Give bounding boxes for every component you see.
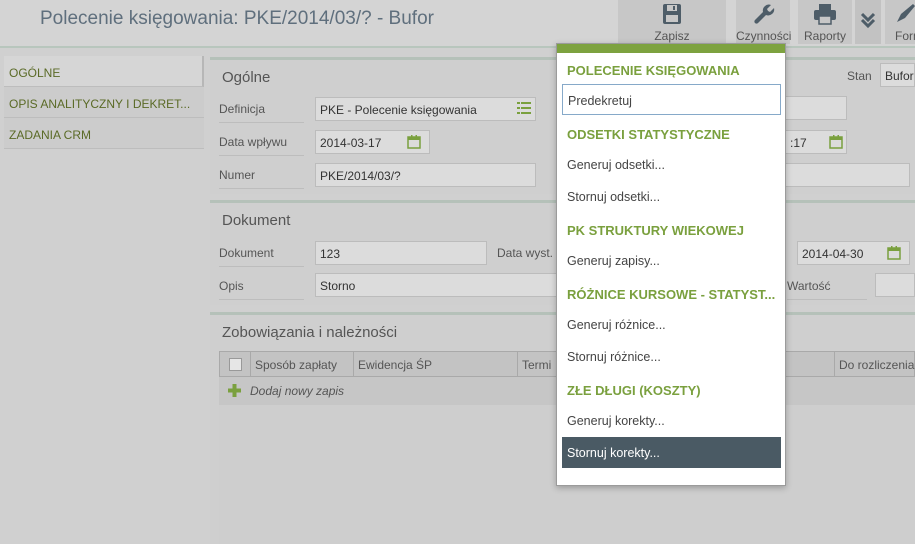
divider	[219, 122, 304, 123]
select-all-checkbox[interactable]	[229, 358, 242, 371]
tab-analytic-description[interactable]: OPIS ANALITYCZNY I DEKRET...	[4, 87, 204, 118]
menu-section-exchange: RÓŻNICE KURSOWE - STATYST...	[567, 287, 776, 302]
menu-section-aging: PK STRUKTURY WIEKOWEJ	[567, 223, 744, 238]
actions-label: Czynności	[736, 29, 792, 43]
liabilities-title: Zobowiązania i należności	[222, 324, 398, 341]
reports-button[interactable]: Raporty	[798, 0, 852, 44]
menu-section-posting: POLECENIE KSIĘGOWANIA	[567, 63, 740, 78]
doc-value: 123	[320, 247, 341, 261]
form-button[interactable]: Form	[885, 0, 915, 44]
menu-item-generate-entries[interactable]: Generuj zapisy...	[562, 245, 781, 276]
add-row-label: Dodaj nowy zapis	[250, 384, 345, 398]
tab-general[interactable]: OGÓLNE	[4, 56, 204, 87]
column-evidence[interactable]: Ewidencja ŚP	[358, 358, 432, 372]
column-separator	[834, 352, 835, 376]
wrench-icon	[754, 4, 775, 24]
date-value: 2014-03-17	[320, 136, 382, 150]
menu-item-reverse-interest[interactable]: Stornuj odsetki...	[562, 181, 781, 212]
calendar-icon[interactable]	[829, 135, 843, 152]
divider	[787, 299, 867, 300]
chevron-down-icon	[860, 12, 876, 29]
desc-value: Storno	[320, 279, 356, 293]
date-label: Data wpływu	[219, 135, 288, 149]
column-term[interactable]: Termi	[522, 358, 551, 372]
menu-section-bad-debts: ZŁE DŁUGI (KOSZTY)	[567, 383, 701, 398]
definition-field[interactable]: PKE - Polecenie księgowania	[315, 97, 536, 121]
menu-item-generate-corrections[interactable]: Generuj korekty...	[562, 405, 781, 436]
doc-field[interactable]: 123	[315, 241, 487, 265]
column-separator	[353, 352, 354, 376]
tab-crm-tasks[interactable]: ZADANIA CRM	[4, 118, 204, 149]
state-value: Bufor	[885, 69, 914, 83]
save-icon	[663, 4, 681, 24]
general-title: Ogólne	[222, 69, 271, 86]
actions-menu: POLECENIE KSIĘGOWANIA Predekretuj ODSETK…	[556, 43, 786, 486]
document-title: Dokument	[222, 212, 291, 229]
definition-value: PKE - Polecenie księgowania	[320, 103, 477, 117]
calendar-icon[interactable]	[887, 246, 901, 263]
number-value: PKE/2014/03/?	[320, 169, 401, 183]
pen-icon	[897, 4, 915, 22]
column-payment-method[interactable]: Sposób zapłaty	[255, 358, 337, 372]
save-button[interactable]: Zapisz	[618, 0, 726, 44]
list-icon[interactable]	[517, 102, 531, 117]
desc-field[interactable]: Storno	[315, 273, 560, 297]
issue-date-label: Data wyst.	[497, 246, 554, 260]
desc-label: Opis	[219, 279, 244, 293]
number-field[interactable]: PKE/2014/03/?	[315, 163, 536, 187]
calendar-icon[interactable]	[407, 135, 421, 152]
menu-section-interest: ODSETKI STATYSTYCZNE	[567, 127, 730, 142]
menu-item-predecree[interactable]: Predekretuj	[562, 84, 781, 115]
save-label: Zapisz	[654, 29, 690, 43]
more-actions-button[interactable]	[855, 0, 881, 44]
menu-item-generate-differences[interactable]: Generuj różnice...	[562, 309, 781, 340]
doc-label: Dokument	[219, 246, 274, 260]
general-extra-field[interactable]	[785, 96, 847, 120]
divider	[219, 155, 304, 156]
number-label: Numer	[219, 168, 256, 182]
divider	[219, 188, 304, 189]
column-separator	[517, 352, 518, 376]
state-field[interactable]: Bufor	[880, 63, 915, 87]
column-separator	[250, 352, 251, 376]
issue-date-value: 2014-04-30	[802, 247, 864, 261]
menu-item-reverse-differences[interactable]: Stornuj różnice...	[562, 341, 781, 372]
general-extra-field-2[interactable]	[785, 163, 910, 187]
state-label: Stan	[847, 69, 872, 83]
definition-label: Definicja	[219, 102, 266, 116]
menu-accent-bar	[557, 44, 785, 53]
value-label: Wartość	[787, 279, 831, 293]
date2-value: :17	[790, 136, 807, 150]
plus-icon	[228, 384, 241, 397]
divider	[219, 266, 304, 267]
column-to-settle[interactable]: Do rozliczenia	[839, 358, 914, 372]
printer-icon	[814, 4, 836, 25]
value-field[interactable]	[875, 273, 915, 297]
menu-item-reverse-corrections[interactable]: Stornuj korekty...	[562, 437, 781, 468]
menu-item-generate-interest[interactable]: Generuj odsetki...	[562, 149, 781, 180]
actions-button[interactable]: Czynności	[736, 0, 792, 44]
window-title: Polecenie księgowania: PKE/2014/03/? - B…	[40, 8, 434, 29]
reports-label: Raporty	[803, 29, 847, 43]
divider	[219, 299, 304, 300]
form-label: Form	[895, 29, 915, 43]
